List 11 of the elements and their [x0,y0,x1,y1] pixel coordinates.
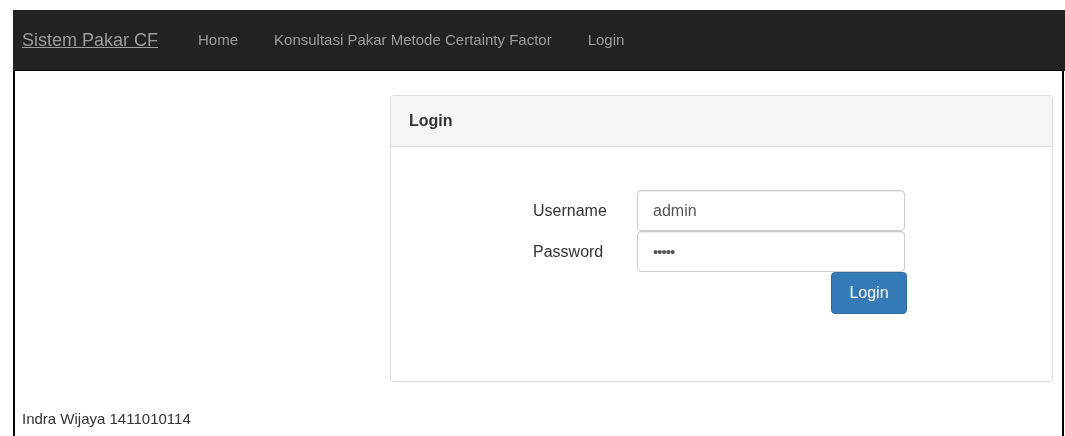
username-field[interactable]: admin [637,190,905,231]
footer-text: Indra Wijaya 1411010114 [21,408,192,429]
panel-title: Login [391,96,1052,147]
password-field[interactable]: ••••• [637,231,905,272]
field-label: Password [533,241,605,262]
nav-link[interactable]: Home [180,28,257,52]
login-button[interactable]: Login [831,272,907,314]
brand-link[interactable]: Sistem Pakar CF [22,26,159,54]
field-label: Username [533,200,608,221]
nav-link[interactable]: Login [569,28,643,52]
nav-link[interactable]: Konsultasi Pakar Metode Certainty Factor [256,28,570,52]
